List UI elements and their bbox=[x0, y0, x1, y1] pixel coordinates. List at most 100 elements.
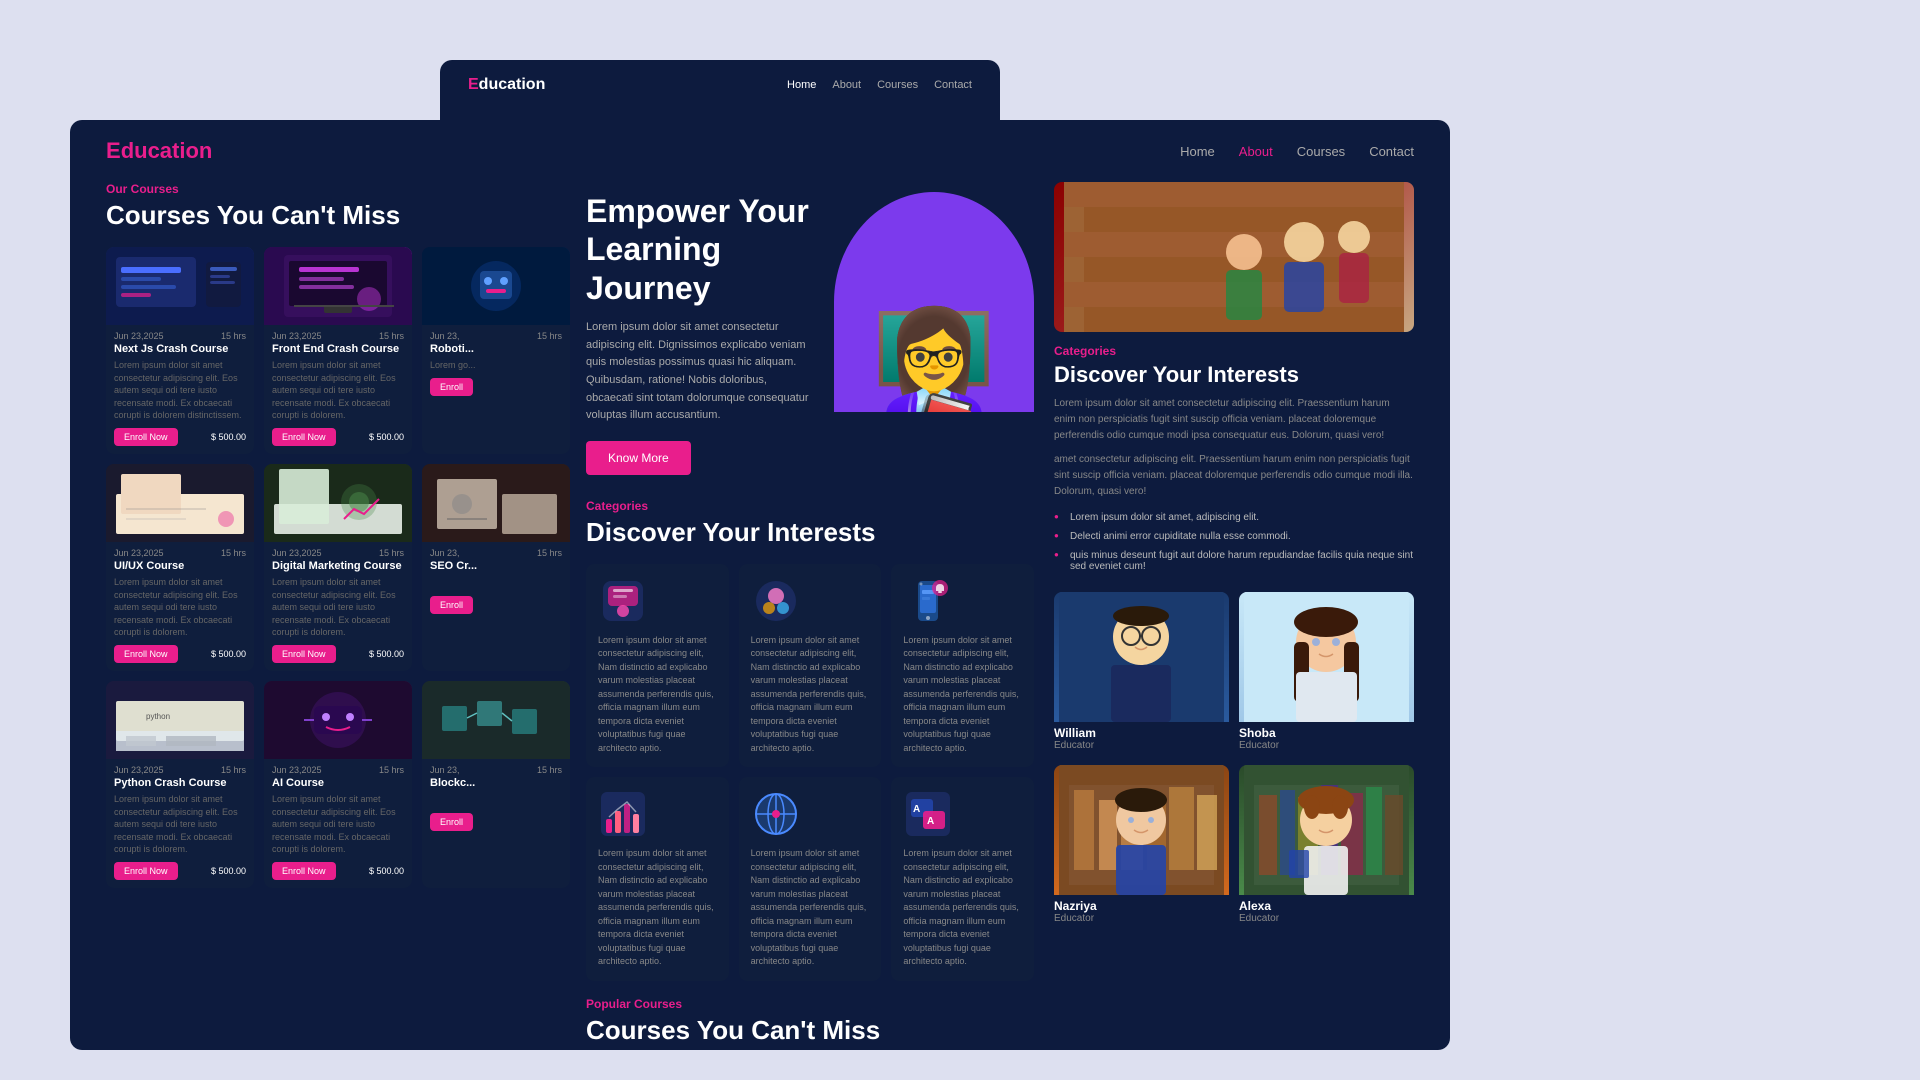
small-nav-about[interactable]: About bbox=[832, 79, 861, 91]
course-card-ai: Jun 23,2025 15 hrs AI Course Lorem ipsum… bbox=[264, 681, 412, 888]
course-card-dm: Jun 23,2025 15 hrs Digital Marketing Cou… bbox=[264, 464, 412, 671]
courses-title: Courses You Can't Miss bbox=[106, 200, 566, 231]
course-name: Roboti... bbox=[422, 343, 570, 359]
main-navbar: Education Home About Courses Contact bbox=[70, 120, 1450, 182]
nav-about[interactable]: About bbox=[1239, 144, 1273, 159]
educator-card-william: William Educator bbox=[1054, 592, 1229, 755]
course-hours: 15 hrs bbox=[537, 765, 562, 775]
interest-icon-mobile bbox=[903, 576, 953, 626]
course-date: Jun 23,2025 bbox=[114, 548, 164, 558]
enroll-ux-btn[interactable]: Enroll Now bbox=[114, 645, 178, 663]
hero-section: Empower Your Learning Journey Lorem ipsu… bbox=[586, 182, 1034, 475]
course-date: Jun 23,2025 bbox=[114, 331, 164, 341]
educator-info-nazriya: Nazriya Educator bbox=[1054, 895, 1229, 928]
course-card-ux: Jun 23,2025 15 hrs UI/UX Course Lorem ip… bbox=[106, 464, 254, 671]
right-panel: Categories Discover Your Interests Lorem… bbox=[1054, 182, 1414, 1050]
course-desc: Lorem ipsum dolor sit amet consectetur a… bbox=[264, 793, 412, 862]
course-card-robot: Jun 23, 15 hrs Roboti... Lorem go... Enr… bbox=[422, 247, 570, 454]
interest-card-mobile: Lorem ipsum dolor sit amet consectetur a… bbox=[891, 564, 1034, 768]
interest-card-design: Lorem ipsum dolor sit amet consectetur a… bbox=[586, 564, 729, 768]
cat-title-right: Discover Your Interests bbox=[1054, 362, 1414, 388]
categories-right: Categories Discover Your Interests Lorem… bbox=[1054, 182, 1414, 576]
educator-photo-nazriya bbox=[1054, 765, 1229, 895]
course-hours: 15 hrs bbox=[537, 331, 562, 341]
nav-courses[interactable]: Courses bbox=[1297, 144, 1345, 159]
interest-icon-art bbox=[751, 576, 801, 626]
educator-card-shoba: Shoba Educator bbox=[1239, 592, 1414, 755]
educator-card-nazriya: Nazriya Educator bbox=[1054, 765, 1229, 928]
cat-list: Lorem ipsum dolor sit amet, adipiscing e… bbox=[1054, 508, 1414, 576]
popular-section: Popular Courses Courses You Can't Miss bbox=[586, 997, 1034, 1050]
interest-card-art: Lorem ipsum dolor sit amet consectetur a… bbox=[739, 564, 882, 768]
popular-title: Courses You Can't Miss bbox=[586, 1015, 1034, 1046]
main-content: Our Courses Courses You Can't Miss bbox=[70, 182, 1450, 1050]
cat-desc-right2: amet consectetur adipiscing elit. Praess… bbox=[1054, 452, 1414, 500]
cat-image bbox=[1054, 182, 1414, 332]
course-hours: 15 hrs bbox=[221, 548, 246, 558]
cat-list-item-1: Lorem ipsum dolor sit amet, adipiscing e… bbox=[1054, 508, 1414, 527]
course-date: Jun 23,2025 bbox=[272, 331, 322, 341]
interest-card-lang: A A Lorem ipsum dolor sit amet consectet… bbox=[891, 777, 1034, 981]
enroll-dm-btn[interactable]: Enroll Now bbox=[272, 645, 336, 663]
small-nav-courses[interactable]: Courses bbox=[877, 79, 918, 91]
interest-desc: Lorem ipsum dolor sit amet consectetur a… bbox=[903, 634, 1022, 756]
course-name: Front End Crash Course bbox=[264, 343, 412, 359]
educator-name-shoba: Shoba bbox=[1239, 726, 1414, 740]
course-name: SEO Cr... bbox=[422, 560, 570, 576]
enroll-robot-btn[interactable]: Enroll bbox=[430, 378, 473, 396]
know-more-btn[interactable]: Know More bbox=[586, 441, 691, 475]
hero-text: Empower Your Learning Journey Lorem ipsu… bbox=[586, 192, 814, 475]
main-card: Education Home About Courses Contact Our… bbox=[70, 120, 1450, 1050]
hero-title: Empower Your Learning Journey bbox=[586, 192, 814, 307]
interest-desc: Lorem ipsum dolor sit amet consectetur a… bbox=[751, 634, 870, 756]
interests-section: Categories Discover Your Interests bbox=[586, 499, 1034, 981]
main-nav-links: Home About Courses Contact bbox=[1180, 144, 1414, 159]
course-price: $ 500.00 bbox=[211, 649, 246, 659]
course-hours: 15 hrs bbox=[379, 548, 404, 558]
enroll-ai-btn[interactable]: Enroll Now bbox=[272, 862, 336, 880]
course-desc: Lorem ipsum dolor sit amet consectetur a… bbox=[106, 359, 254, 428]
enroll-nextjs-btn[interactable]: Enroll Now bbox=[114, 428, 178, 446]
educator-card-alexa: Alexa Educator bbox=[1239, 765, 1414, 928]
middle-panel: Empower Your Learning Journey Lorem ipsu… bbox=[566, 182, 1054, 1050]
main-logo: Education bbox=[106, 138, 212, 164]
course-date: Jun 23,2025 bbox=[114, 765, 164, 775]
small-nav: Home About Courses Contact bbox=[787, 79, 972, 91]
nav-contact[interactable]: Contact bbox=[1369, 144, 1414, 159]
course-desc: Lorem ipsum dolor sit amet consectetur a… bbox=[106, 793, 254, 862]
course-hours: 15 hrs bbox=[379, 765, 404, 775]
cat-title-mid: Discover Your Interests bbox=[586, 517, 1034, 548]
enroll-python-btn[interactable]: Enroll Now bbox=[114, 862, 178, 880]
enroll-seo-btn[interactable]: Enroll bbox=[430, 596, 473, 614]
cat-label-right: Categories bbox=[1054, 344, 1414, 358]
course-price: $ 500.00 bbox=[369, 866, 404, 876]
small-nav-contact[interactable]: Contact bbox=[934, 79, 972, 91]
course-date: Jun 23,2025 bbox=[272, 765, 322, 775]
course-name: Digital Marketing Course bbox=[264, 560, 412, 576]
course-price: $ 500.00 bbox=[369, 649, 404, 659]
course-hours: 15 hrs bbox=[221, 331, 246, 341]
enroll-blockchain-btn[interactable]: Enroll bbox=[430, 813, 473, 831]
small-nav-home[interactable]: Home bbox=[787, 79, 816, 91]
educator-role-alexa: Educator bbox=[1239, 913, 1414, 924]
course-date: Jun 23, bbox=[430, 765, 460, 775]
svg-text:A: A bbox=[913, 804, 920, 815]
educator-photo-william bbox=[1054, 592, 1229, 722]
interest-icon-design bbox=[598, 576, 648, 626]
interest-icon-lang: A A bbox=[903, 789, 953, 839]
interest-icon-analytics bbox=[598, 789, 648, 839]
course-desc: Lorem go... bbox=[422, 359, 570, 378]
interest-card-web: Lorem ipsum dolor sit amet consectetur a… bbox=[739, 777, 882, 981]
interest-card-analytics: Lorem ipsum dolor sit amet consectetur a… bbox=[586, 777, 729, 981]
small-logo: Education bbox=[468, 76, 545, 94]
nav-home[interactable]: Home bbox=[1180, 144, 1215, 159]
enroll-frontend-btn[interactable]: Enroll Now bbox=[272, 428, 336, 446]
cat-list-item-3: quis minus deseunt fugit aut dolore haru… bbox=[1054, 546, 1414, 576]
course-desc: Lorem ipsum dolor sit amet consectetur a… bbox=[106, 576, 254, 645]
svg-text:A: A bbox=[927, 816, 934, 827]
course-name: Next Js Crash Course bbox=[106, 343, 254, 359]
course-hours: 15 hrs bbox=[537, 548, 562, 558]
cat-label-mid: Categories bbox=[586, 499, 1034, 513]
svg-text:python: python bbox=[146, 712, 170, 721]
course-price: $ 500.00 bbox=[211, 866, 246, 876]
